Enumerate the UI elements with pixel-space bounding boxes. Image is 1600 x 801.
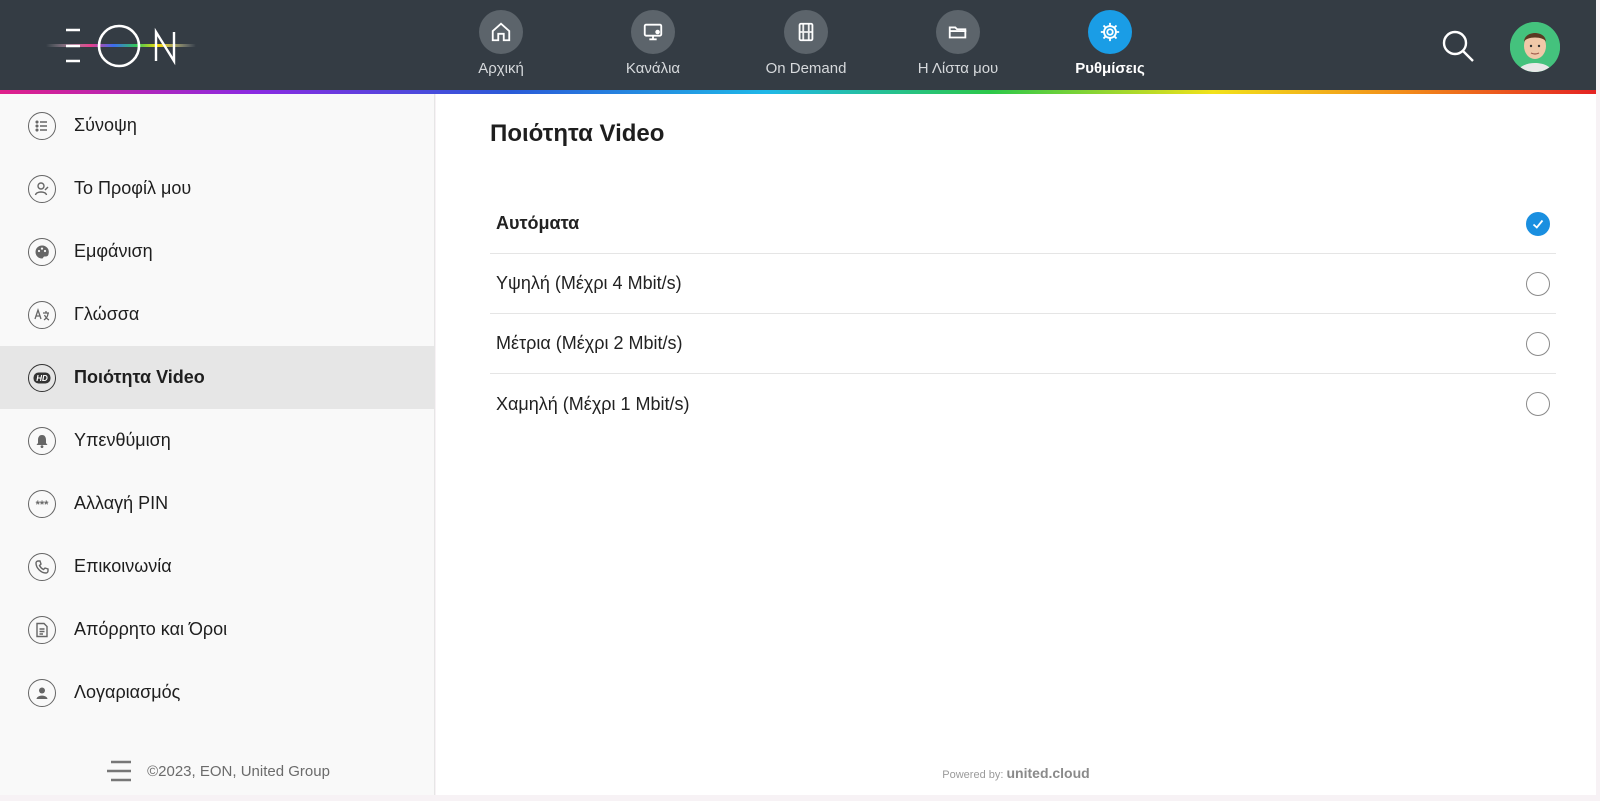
sidebar-item-label: Εμφάνιση xyxy=(74,241,153,261)
menu-lines-icon xyxy=(107,760,132,782)
search-icon[interactable] xyxy=(1440,28,1476,64)
bell-icon xyxy=(28,426,56,455)
copyright-text: ©2023, EON, United Group xyxy=(147,762,330,780)
sidebar-item-video-quality[interactable]: HD Ποιότητα Video xyxy=(0,346,434,409)
home-icon xyxy=(479,10,523,54)
top-navigation-bar: Αρχική Κανάλια On Demand Η Λίστα μου Ρυθ… xyxy=(0,0,1596,90)
list-icon xyxy=(28,111,56,140)
sidebar-item-my-profile[interactable]: Το Προφίλ μου xyxy=(0,157,434,220)
nav-settings[interactable]: Ρυθμίσεις xyxy=(1045,10,1175,82)
quality-options-list: Αυτόματα Υψηλή (Μέχρι 4 Mbit/s) Μέτρια (… xyxy=(490,194,1556,434)
profile-edit-icon xyxy=(28,174,56,203)
sidebar-item-label: Λογαριασμός xyxy=(74,682,181,702)
nav-my-list-label: Η Λίστα μου xyxy=(917,60,999,77)
sidebar-item-reminder[interactable]: Υπενθύμιση xyxy=(0,409,434,472)
check-icon[interactable] xyxy=(1526,211,1550,236)
account-icon xyxy=(28,678,56,707)
powered-by-prefix: Powered by: xyxy=(942,769,1004,781)
eon-logo[interactable] xyxy=(46,18,196,74)
sidebar-item-label: Υπενθύμιση xyxy=(74,430,171,450)
phone-icon xyxy=(28,552,56,581)
sidebar-item-privacy-terms[interactable]: Απόρρητο και Όροι xyxy=(0,598,434,661)
sidebar-item-language[interactable]: Γλώσσα xyxy=(0,283,434,346)
language-icon xyxy=(28,300,56,329)
option-label: Χαμηλή (Μέχρι 1 Mbit/s) xyxy=(496,393,690,414)
sidebar-footer: ©2023, EON, United Group xyxy=(0,759,435,783)
sidebar-item-label: Γλώσσα xyxy=(74,304,140,324)
sidebar-item-change-pin[interactable]: *** Αλλαγή PIN xyxy=(0,472,434,535)
sidebar-item-contact[interactable]: Επικοινωνία xyxy=(0,535,434,598)
page-title: Ποιότητα Video xyxy=(490,120,665,147)
option-low[interactable]: Χαμηλή (Μέχρι 1 Mbit/s) xyxy=(490,374,1556,434)
nav-on-demand[interactable]: On Demand xyxy=(741,10,871,82)
svg-text:***: *** xyxy=(36,499,50,509)
sidebar-item-account[interactable]: Λογαριασμός xyxy=(0,661,434,724)
nav-my-list[interactable]: Η Λίστα μου xyxy=(893,10,1023,82)
folder-icon xyxy=(936,10,980,54)
sidebar-item-label: Ποιότητα Video xyxy=(74,367,205,387)
document-icon xyxy=(28,615,56,644)
powered-by: Powered by: united.cloud xyxy=(436,765,1596,781)
gear-icon xyxy=(1088,10,1132,54)
nav-home-label: Αρχική xyxy=(478,60,524,77)
sidebar-item-label: Το Προφίλ μου xyxy=(74,178,192,198)
option-auto[interactable]: Αυτόματα xyxy=(490,194,1556,254)
film-icon xyxy=(784,10,828,54)
nav-home[interactable]: Αρχική xyxy=(436,10,566,82)
option-label: Αυτόματα xyxy=(496,213,580,233)
user-avatar[interactable] xyxy=(1510,22,1560,72)
radio-button[interactable] xyxy=(1526,331,1550,356)
nav-settings-label: Ρυθμίσεις xyxy=(1075,60,1145,77)
radio-button[interactable] xyxy=(1526,392,1550,416)
sidebar-item-overview[interactable]: Σύνοψη xyxy=(0,94,434,157)
powered-by-brand[interactable]: united.cloud xyxy=(1007,765,1090,781)
nav-channels[interactable]: Κανάλια xyxy=(588,10,718,82)
pin-icon: *** xyxy=(28,489,56,518)
palette-icon xyxy=(28,237,56,266)
option-medium[interactable]: Μέτρια (Μέχρι 2 Mbit/s) xyxy=(490,314,1556,374)
sidebar-item-label: Αλλαγή PIN xyxy=(74,493,169,513)
sidebar-item-label: Σύνοψη xyxy=(74,115,137,135)
video-quality-panel: Ποιότητα Video Αυτόματα Υψηλή (Μέχρι 4 M… xyxy=(436,94,1596,795)
nav-channels-label: Κανάλια xyxy=(625,60,681,77)
option-label: Μέτρια (Μέχρι 2 Mbit/s) xyxy=(496,333,683,353)
option-high[interactable]: Υψηλή (Μέχρι 4 Mbit/s) xyxy=(490,254,1556,314)
option-label: Υψηλή (Μέχρι 4 Mbit/s) xyxy=(496,273,682,293)
sidebar-item-label: Επικοινωνία xyxy=(74,556,172,576)
tv-icon xyxy=(631,10,675,54)
sidebar-item-appearance[interactable]: Εμφάνιση xyxy=(0,220,434,283)
radio-button[interactable] xyxy=(1526,271,1550,296)
sidebar-item-label: Απόρρητο και Όροι xyxy=(74,619,228,639)
svg-text:HD: HD xyxy=(36,374,48,383)
settings-sidebar: Σύνοψη Το Προφίλ μου Εμφάνιση Γλώσσα HD … xyxy=(0,94,435,795)
hd-icon: HD xyxy=(28,363,56,392)
nav-on-demand-label: On Demand xyxy=(765,60,847,77)
